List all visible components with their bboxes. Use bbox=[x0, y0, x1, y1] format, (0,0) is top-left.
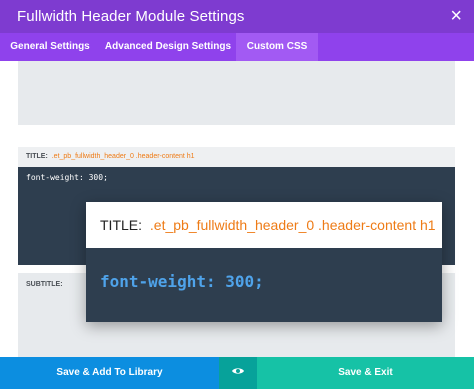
zoom-callout: TITLE: .et_pb_fullwidth_header_0 .header… bbox=[86, 202, 442, 322]
eye-icon bbox=[232, 368, 244, 374]
zoom-selector: .et_pb_fullwidth_header_0 .header-conten… bbox=[149, 217, 436, 233]
close-icon[interactable]: × bbox=[450, 5, 462, 27]
tab-general-settings[interactable]: General Settings bbox=[0, 33, 100, 61]
zoom-title-label: TITLE: .et_pb_fullwidth_header_0 .header… bbox=[86, 202, 442, 248]
title-selector: .et_pb_fullwidth_header_0 .header-conten… bbox=[51, 153, 195, 160]
modal-title: Fullwidth Header Module Settings bbox=[17, 8, 245, 25]
zoom-label-text: TITLE: bbox=[100, 217, 143, 233]
tab-advanced-design-settings[interactable]: Advanced Design Settings bbox=[100, 33, 236, 61]
zoom-code-block: font-weight: 300; bbox=[86, 248, 442, 322]
tab-custom-css[interactable]: Custom CSS bbox=[236, 33, 318, 61]
tab-bar: General Settings Advanced Design Setting… bbox=[0, 33, 474, 61]
title-label-text: TITLE: bbox=[26, 153, 48, 160]
modal-footer: Save & Add To Library Save & Exit bbox=[0, 357, 474, 389]
modal-header: Fullwidth Header Module Settings × bbox=[0, 0, 474, 33]
subtitle-field-label: SUBTITLE: bbox=[26, 281, 63, 288]
save-exit-button[interactable]: Save & Exit bbox=[257, 357, 474, 389]
preview-button[interactable] bbox=[219, 357, 257, 389]
css-textarea-previous[interactable] bbox=[18, 61, 455, 125]
zoom-code-property: font-weight: bbox=[100, 272, 216, 291]
save-add-to-library-button[interactable]: Save & Add To Library bbox=[0, 357, 219, 389]
zoom-code-value: 300; bbox=[225, 272, 264, 291]
title-field-label: TITLE: .et_pb_fullwidth_header_0 .header… bbox=[18, 147, 455, 167]
